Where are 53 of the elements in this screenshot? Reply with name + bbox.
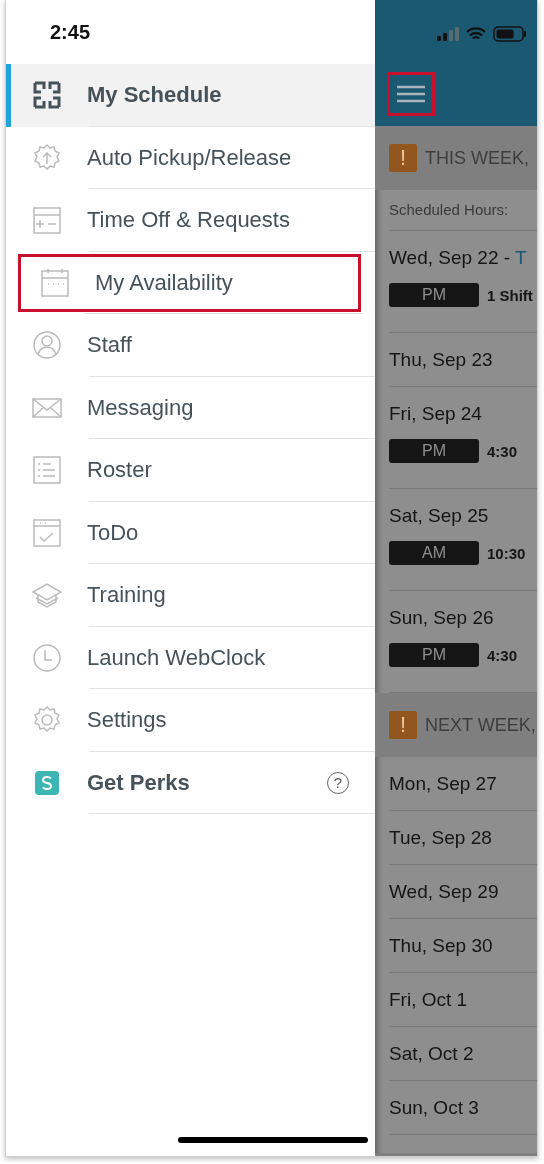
menu-item[interactable]: My Availability <box>16 251 363 314</box>
gear-arrow-icon <box>32 142 62 173</box>
menu-item[interactable]: My Schedule <box>6 64 375 127</box>
day-date: Fri, Sep 24 <box>389 403 482 424</box>
calendar-icon <box>40 267 70 298</box>
shift-detail: 10:30 <box>487 544 526 562</box>
menu-item[interactable]: Get Perks ? <box>6 751 375 814</box>
menu-item[interactable]: Launch WebClock <box>6 626 375 689</box>
battery-icon <box>493 26 527 42</box>
shift-period: PM <box>389 643 479 667</box>
section-title: THIS WEEK, <box>425 147 529 169</box>
day-date: Sat, Sep 25 <box>389 505 489 526</box>
shift-period: PM <box>389 439 479 463</box>
warning-badge: ! <box>389 711 417 739</box>
graduation-cap-icon <box>32 580 62 611</box>
clock-icon <box>32 642 62 673</box>
day-date: Thu, Sep 23 <box>389 348 493 370</box>
day-date: Sun, Sep 26 <box>389 607 494 628</box>
menu-icon <box>397 84 425 104</box>
calendar-icon <box>32 205 62 236</box>
menu-item[interactable]: Staff <box>6 314 375 377</box>
calendar-check-icon <box>32 517 62 548</box>
menu-item[interactable]: Time Off & Requests <box>6 189 375 252</box>
grid-icon <box>32 80 62 111</box>
shift-detail: 1 Shift <box>487 286 533 304</box>
shift-period: PM <box>389 283 479 307</box>
menu-item[interactable]: Training <box>6 564 375 627</box>
menu-item[interactable]: Messaging <box>6 376 375 439</box>
menu-item[interactable]: Auto Pickup/Release <box>6 126 375 189</box>
section-title: NEXT WEEK, <box>425 714 536 736</box>
day-date: Tue, Sep 28 <box>389 826 492 848</box>
day-date: Sun, Oct 3 <box>389 1096 479 1118</box>
shift-detail: 4:30 <box>487 442 518 460</box>
day-date: Wed, Sep 29 <box>389 880 499 902</box>
menu-item[interactable]: Settings <box>6 689 375 752</box>
day-date: Thu, Sep 30 <box>389 934 493 956</box>
day-date: Wed, Sep 22 - <box>389 247 511 268</box>
scheduled-hours: Scheduled Hours: <box>389 190 537 231</box>
shift-period: AM <box>389 541 479 565</box>
warning-badge: ! <box>389 144 417 172</box>
day-date: Sat, Oct 2 <box>389 1042 474 1064</box>
menu-item[interactable]: Roster <box>6 439 375 502</box>
menu-button[interactable] <box>387 72 435 116</box>
menu-item[interactable]: ToDo <box>6 501 375 564</box>
wifi-icon <box>466 27 486 41</box>
day-date: Mon, Sep 27 <box>389 772 497 794</box>
signal-icon <box>437 27 459 41</box>
person-icon <box>32 330 62 361</box>
app-logo-icon <box>35 770 59 795</box>
shift-detail: 4:30 <box>487 646 518 664</box>
status-time: 2:45 <box>50 20 91 44</box>
list-icon <box>32 455 62 486</box>
day-date: Fri, Oct 1 <box>389 988 468 1010</box>
